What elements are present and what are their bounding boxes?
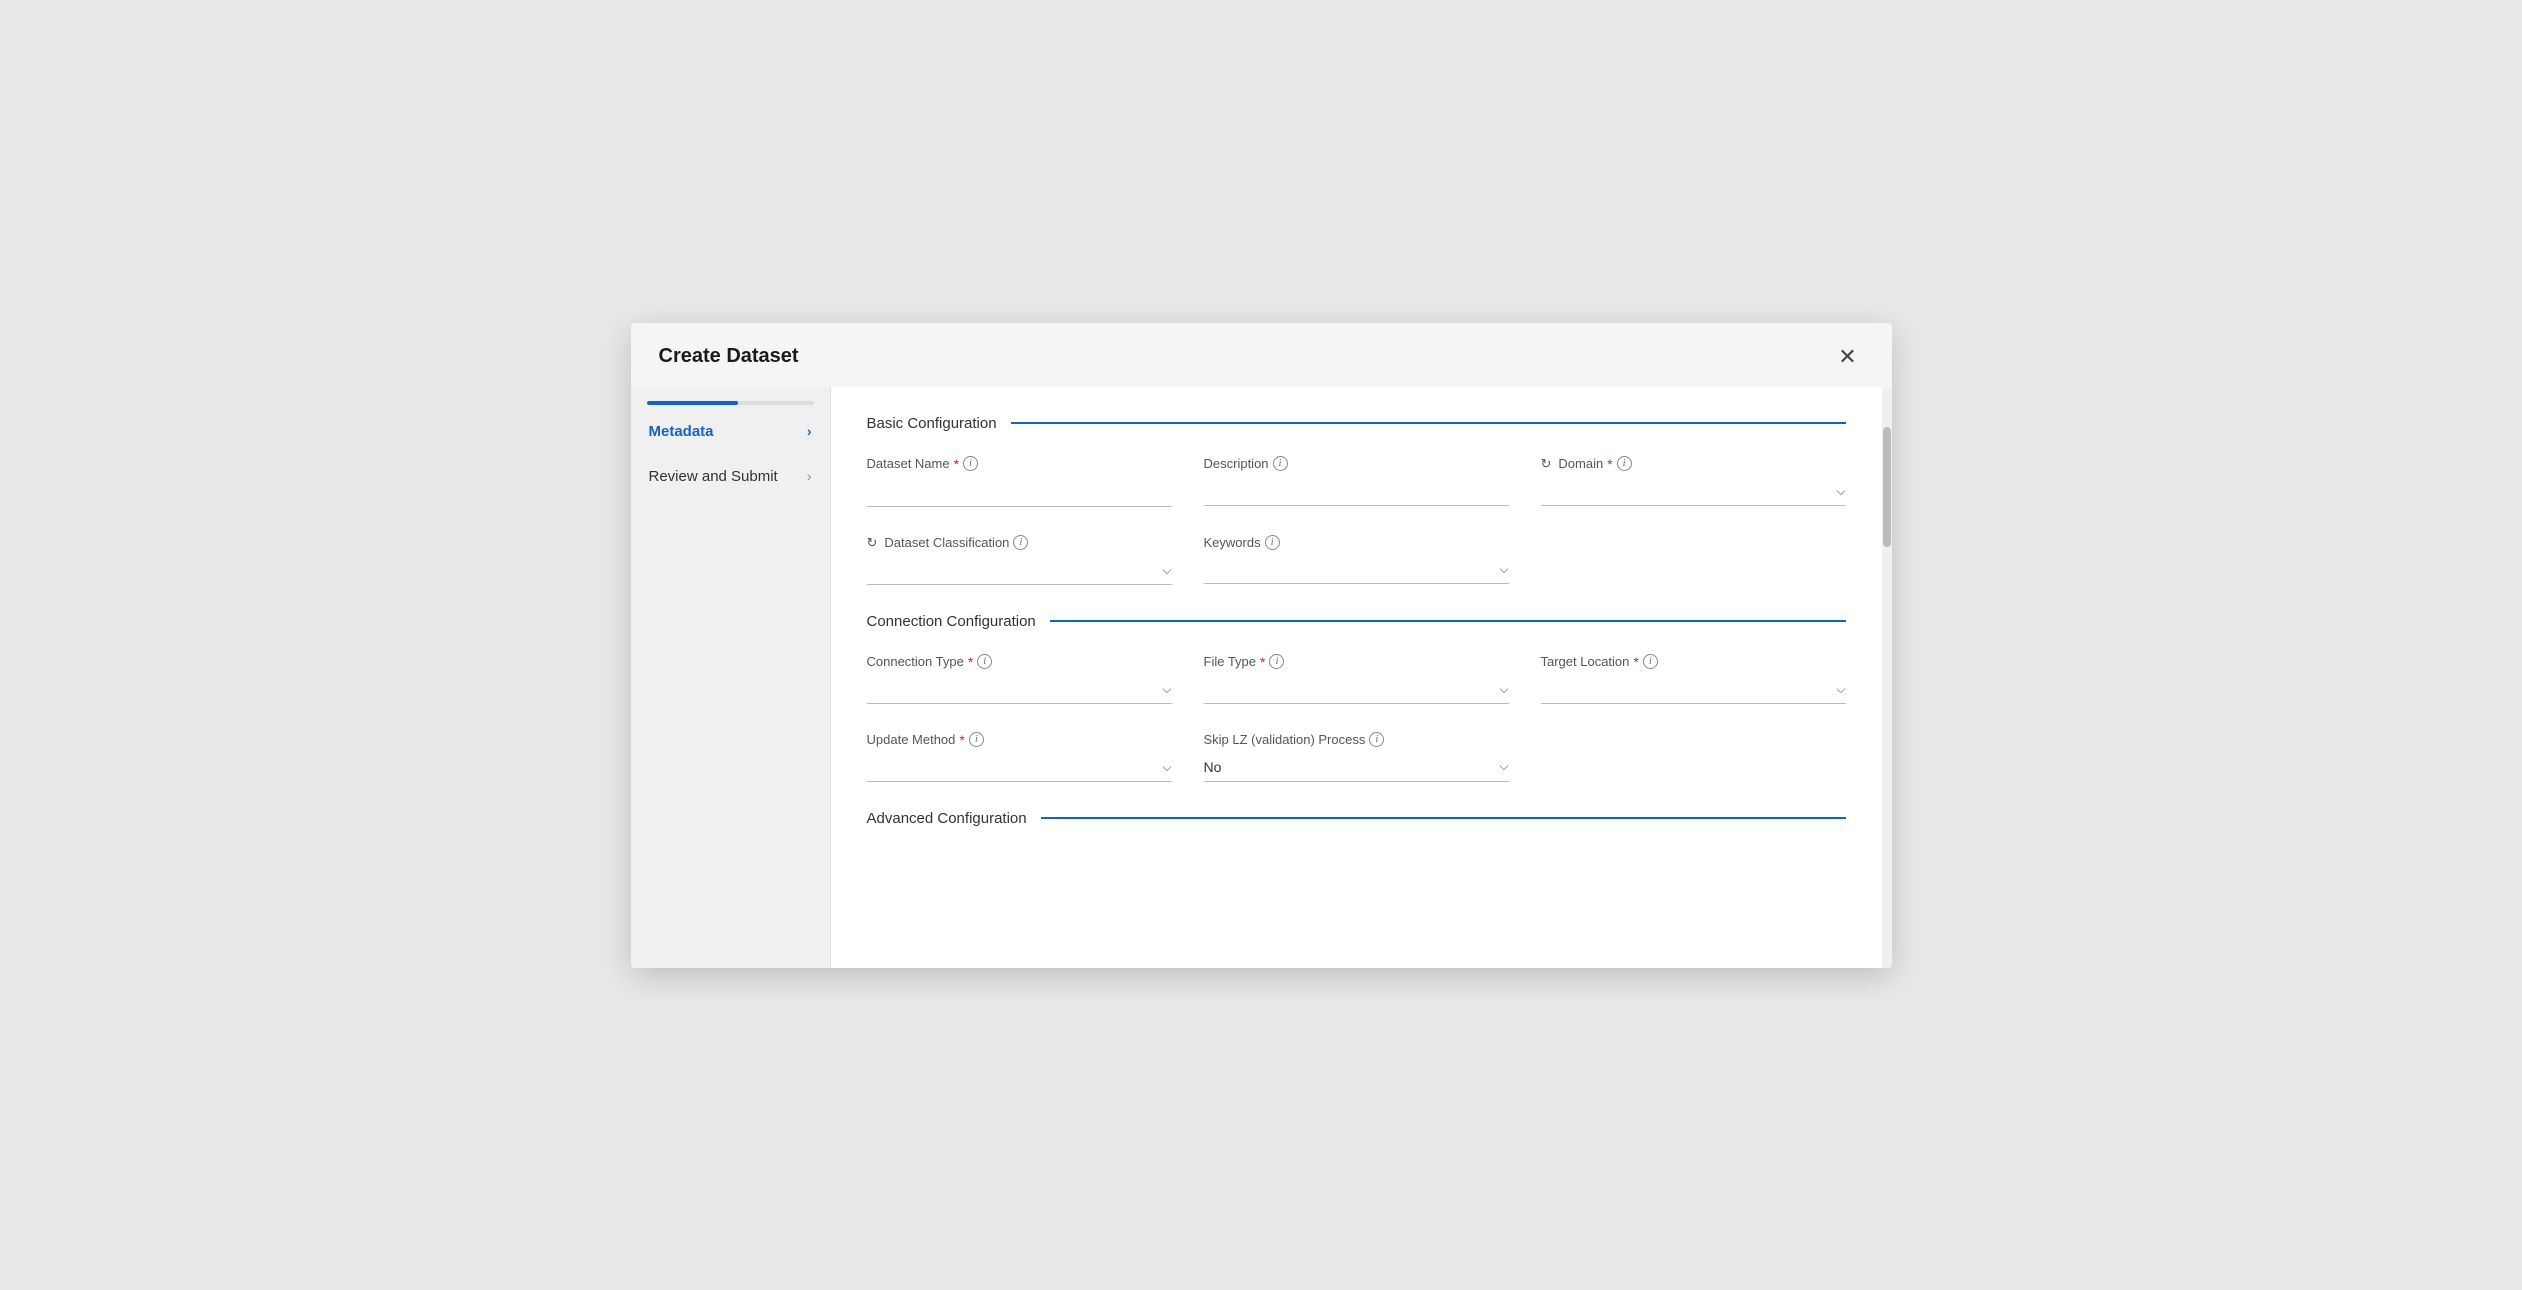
file-type-label: File Type * i (1204, 654, 1509, 670)
dataset-name-info-icon[interactable]: i (963, 456, 978, 471)
advanced-config-title: Advanced Configuration (867, 810, 1027, 827)
basic-config-line (1011, 422, 1846, 424)
basic-config-row-1: Dataset Name * i Description i (867, 456, 1846, 507)
file-type-required: * (1260, 654, 1265, 670)
domain-info-icon[interactable]: i (1617, 456, 1632, 471)
domain-select[interactable]: ⌵ (1541, 478, 1846, 506)
keywords-label: Keywords i (1204, 535, 1509, 550)
advanced-config-line (1041, 817, 1846, 819)
create-dataset-modal: Create Dataset ✕ Metadata › Review and S… (631, 323, 1892, 968)
connection-type-select[interactable]: ⌵ (867, 676, 1172, 704)
skip-lz-info-icon[interactable]: i (1369, 732, 1384, 747)
dataset-classification-info-icon[interactable]: i (1013, 535, 1028, 550)
domain-required: * (1607, 456, 1612, 472)
target-location-required: * (1633, 654, 1638, 670)
progress-bar-background (647, 401, 814, 405)
target-location-chevron: ⌵ (1836, 682, 1845, 697)
classification-refresh-icon: ↻ (867, 535, 878, 551)
connection-config-row-2: Update Method * i ⌵ Skip LZ (validation)… (867, 732, 1846, 782)
keywords-field: Keywords i ⌵ (1204, 535, 1509, 585)
file-type-info-icon[interactable]: i (1269, 654, 1284, 669)
close-icon: ✕ (1838, 344, 1856, 370)
dataset-name-label: Dataset Name * i (867, 456, 1172, 472)
basic-config-title: Basic Configuration (867, 415, 997, 432)
basic-row2-spacer (1541, 535, 1846, 585)
dataset-name-required: * (954, 456, 959, 472)
dataset-classification-chevron: ⌵ (1162, 563, 1171, 578)
connection-config-header: Connection Configuration (867, 613, 1846, 630)
connection-config-title: Connection Configuration (867, 613, 1036, 630)
file-type-field: File Type * i ⌵ (1204, 654, 1509, 704)
connection-row2-spacer (1541, 732, 1846, 782)
domain-refresh-icon: ↻ (1541, 456, 1552, 472)
skip-lz-chevron: ⌵ (1499, 759, 1508, 774)
description-field: Description i (1204, 456, 1509, 507)
update-method-label: Update Method * i (867, 732, 1172, 748)
dataset-name-input[interactable] (867, 478, 1172, 507)
connection-config-line (1050, 620, 1846, 622)
scrollbar-thumb[interactable] (1883, 427, 1891, 547)
chevron-right-icon-review: › (807, 468, 812, 484)
sidebar-item-review-label: Review and Submit (649, 468, 778, 485)
progress-bar-container (631, 393, 830, 405)
domain-field: ↻ Domain * i ⌵ (1541, 456, 1846, 507)
description-label: Description i (1204, 456, 1509, 471)
skip-lz-field: Skip LZ (validation) Process i No ⌵ (1204, 732, 1509, 782)
domain-label: ↻ Domain * i (1541, 456, 1846, 472)
connection-type-required: * (968, 654, 973, 670)
file-type-select[interactable]: ⌵ (1204, 676, 1509, 704)
progress-bar-fill (647, 401, 739, 405)
target-location-info-icon[interactable]: i (1643, 654, 1658, 669)
update-method-select[interactable]: ⌵ (867, 754, 1172, 782)
update-method-required: * (959, 732, 964, 748)
scrollbar-track (1882, 387, 1892, 968)
domain-chevron-down: ⌵ (1836, 484, 1845, 499)
target-location-field: Target Location * i ⌵ (1541, 654, 1846, 704)
update-method-field: Update Method * i ⌵ (867, 732, 1172, 782)
dataset-classification-label: ↻ Dataset Classification i (867, 535, 1172, 551)
keywords-chevron: ⌵ (1499, 562, 1508, 577)
target-location-label: Target Location * i (1541, 654, 1846, 670)
connection-type-chevron: ⌵ (1162, 682, 1171, 697)
modal-header: Create Dataset ✕ (631, 323, 1892, 387)
sidebar: Metadata › Review and Submit › (631, 387, 831, 968)
sidebar-item-metadata[interactable]: Metadata › (631, 409, 830, 454)
keywords-select[interactable]: ⌵ (1204, 556, 1509, 584)
dataset-name-field: Dataset Name * i (867, 456, 1172, 507)
close-button[interactable]: ✕ (1832, 341, 1864, 373)
connection-type-field: Connection Type * i ⌵ (867, 654, 1172, 704)
update-method-info-icon[interactable]: i (969, 732, 984, 747)
keywords-info-icon[interactable]: i (1265, 535, 1280, 550)
modal-body: Metadata › Review and Submit › Basic Con… (631, 387, 1892, 968)
sidebar-item-review[interactable]: Review and Submit › (631, 454, 830, 499)
skip-lz-label: Skip LZ (validation) Process i (1204, 732, 1509, 747)
main-content: Basic Configuration Dataset Name * i (831, 387, 1882, 968)
file-type-chevron: ⌵ (1499, 682, 1508, 697)
description-info-icon[interactable]: i (1273, 456, 1288, 471)
chevron-right-icon-metadata: › (807, 423, 812, 439)
description-input[interactable] (1204, 477, 1509, 506)
connection-type-label: Connection Type * i (867, 654, 1172, 670)
dataset-classification-select[interactable]: ⌵ (867, 557, 1172, 585)
modal-title: Create Dataset (659, 345, 799, 368)
connection-type-info-icon[interactable]: i (977, 654, 992, 669)
connection-config-row-1: Connection Type * i ⌵ File Type * i (867, 654, 1846, 704)
sidebar-item-metadata-label: Metadata (649, 423, 714, 440)
basic-config-row-2: ↻ Dataset Classification i ⌵ Keywords i (867, 535, 1846, 585)
dataset-classification-field: ↻ Dataset Classification i ⌵ (867, 535, 1172, 585)
skip-lz-value: No (1204, 759, 1222, 775)
skip-lz-select[interactable]: No ⌵ (1204, 753, 1509, 782)
basic-config-header: Basic Configuration (867, 415, 1846, 432)
target-location-select[interactable]: ⌵ (1541, 676, 1846, 704)
advanced-config-header: Advanced Configuration (867, 810, 1846, 827)
update-method-chevron: ⌵ (1162, 760, 1171, 775)
